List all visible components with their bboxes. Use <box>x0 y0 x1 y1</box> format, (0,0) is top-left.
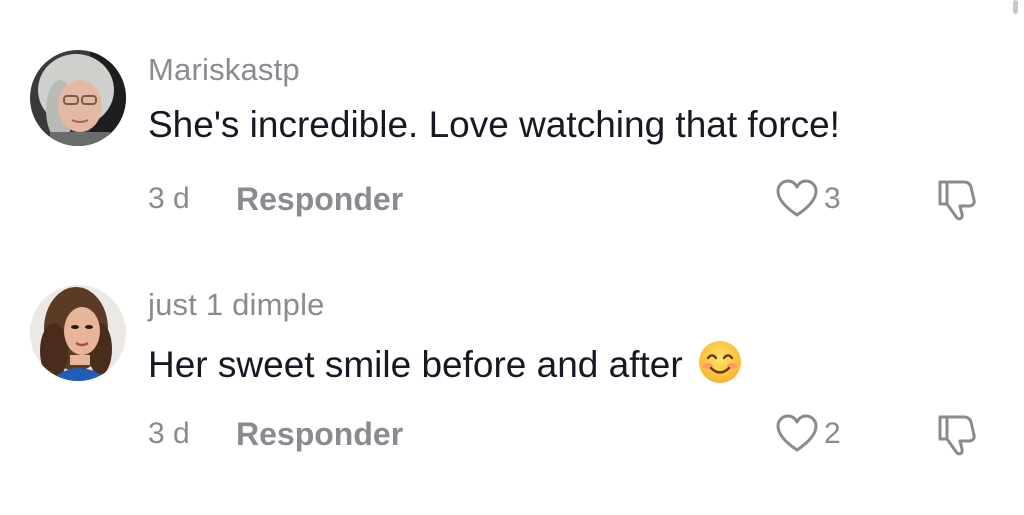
dislike-button[interactable] <box>934 411 988 461</box>
smiling-face-icon <box>698 341 741 383</box>
comment-timestamp: 3 d <box>148 182 190 215</box>
avatar-image <box>30 285 126 381</box>
thumbs-down-icon <box>938 180 976 221</box>
comment-text: Her sweet smile before and after <box>148 339 743 386</box>
comment-text: She's incredible. Love watching that for… <box>148 104 840 145</box>
avatar[interactable] <box>30 285 126 381</box>
like-button[interactable]: 3 <box>776 174 866 224</box>
heart-icon <box>776 414 818 452</box>
reply-button[interactable]: Responder <box>236 181 403 218</box>
comment-username[interactable]: just 1 dimple <box>148 287 325 323</box>
like-count: 3 <box>824 182 841 215</box>
comment-username[interactable]: Mariskastp <box>148 52 300 88</box>
comment-item: just 1 dimple Her sweet smile before and… <box>0 285 1024 485</box>
like-button[interactable]: 2 <box>776 409 866 459</box>
scroll-indicator[interactable] <box>1013 0 1018 14</box>
avatar-image <box>30 50 126 146</box>
avatar[interactable] <box>30 50 126 146</box>
reply-button[interactable]: Responder <box>236 416 403 453</box>
comment-timestamp: 3 d <box>148 417 190 450</box>
dislike-button[interactable] <box>934 176 988 226</box>
heart-icon <box>776 179 818 217</box>
comment-item: Mariskastp She's incredible. Love watchi… <box>0 50 1024 250</box>
comment-text-body: Her sweet smile before and after <box>148 344 683 385</box>
thumbs-down-icon <box>938 415 976 456</box>
like-count: 2 <box>824 417 841 450</box>
